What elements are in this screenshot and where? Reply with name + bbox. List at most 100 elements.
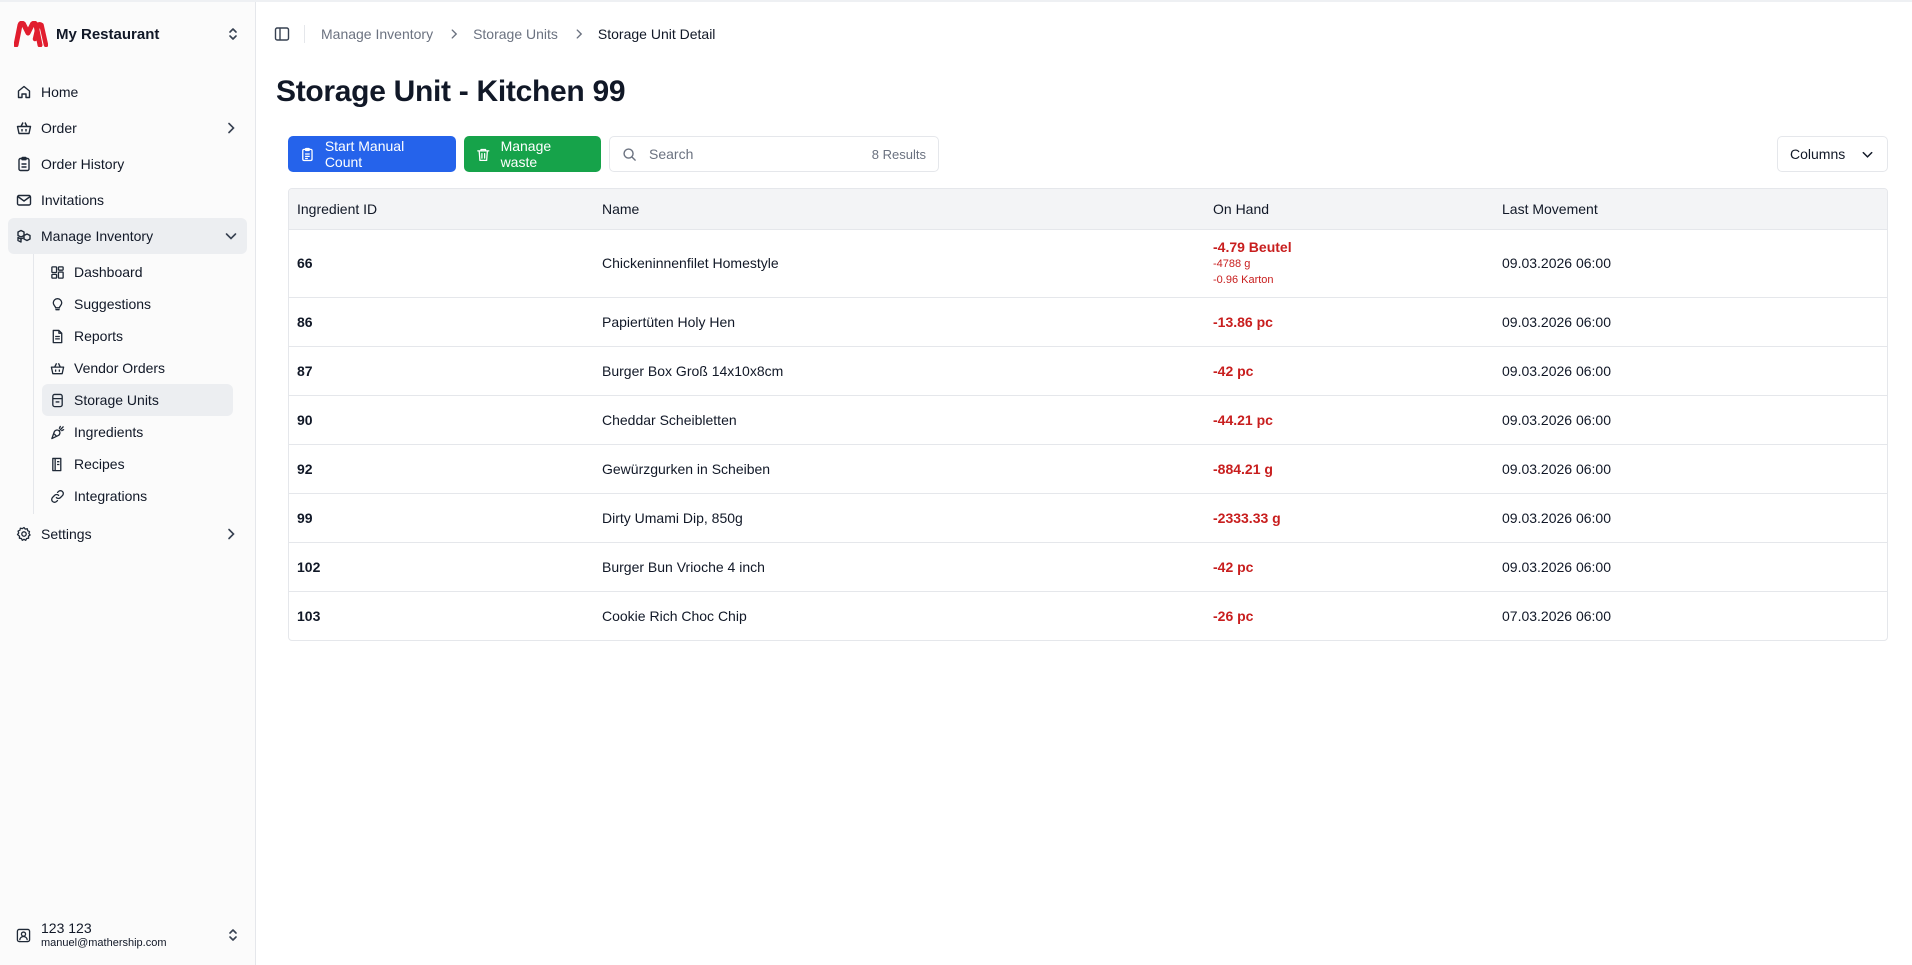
sidebar-item-reports[interactable]: Reports (42, 320, 233, 352)
columns-button[interactable]: Columns (1777, 136, 1888, 172)
start-manual-count-button[interactable]: Start Manual Count (288, 136, 456, 172)
table-row[interactable]: 90 Cheddar Scheibletten -44.21 pc 09.03.… (289, 394, 1887, 444)
on-hand-value: -4.79 Beutel (1213, 239, 1292, 255)
sidebar-item-order[interactable]: Order (8, 110, 247, 146)
chevrons-up-down-icon (229, 929, 237, 941)
clipboard-icon (18, 156, 30, 172)
column-header-ingredient-id[interactable]: Ingredient ID (289, 189, 594, 229)
sidebar-item-label: Order (41, 120, 77, 136)
chevron-right-icon (228, 528, 235, 540)
ingredient-name: Cheddar Scheibletten (594, 394, 1205, 444)
on-hand-value: -2333.33 g (1205, 492, 1494, 542)
ingredient-id: 103 (289, 590, 594, 640)
ingredient-name: Papiertüten Holy Hen (594, 296, 1205, 346)
on-hand-value: -42 pc (1205, 345, 1494, 395)
table-row[interactable]: 86 Papiertüten Holy Hen -13.86 pc 09.03.… (289, 296, 1887, 346)
ingredient-name: Chickeninnenfilet Homestyle (594, 228, 1205, 297)
user-email: manuel@mathership.com (41, 936, 167, 949)
sidebar-item-label: Settings (41, 526, 92, 542)
ingredient-id: 102 (289, 541, 594, 591)
search-box: 8 Results (609, 136, 939, 172)
on-hand-value: -26 pc (1205, 590, 1494, 640)
sidebar-item-invitations[interactable]: Invitations (8, 182, 247, 218)
breadcrumb: Manage Inventory Storage Units Storage U… (321, 26, 715, 42)
sidebar-item-label: Recipes (74, 456, 125, 472)
sidebar-item-label: Vendor Orders (74, 360, 166, 376)
sidebar-item-label: Suggestions (74, 296, 152, 312)
sidebar-item-label: Integrations (74, 488, 148, 504)
ingredient-name: Burger Bun Vrioche 4 inch (594, 541, 1205, 591)
on-hand-value: -44.21 pc (1205, 394, 1494, 444)
gear-icon (16, 526, 31, 541)
brand-logo (14, 21, 48, 47)
search-input[interactable] (649, 146, 872, 162)
mail-icon (16, 194, 32, 206)
chevrons-up-down-icon (229, 28, 237, 40)
sidebar-item-suggestions[interactable]: Suggestions (42, 288, 233, 320)
chevron-right-icon (576, 29, 583, 39)
sidebar-item-dashboard[interactable]: Dashboard (42, 256, 233, 288)
restaurant-switcher[interactable]: My Restaurant (0, 2, 255, 66)
boxes-icon (17, 229, 31, 243)
sidebar-item-home[interactable]: Home (8, 74, 247, 110)
table-row[interactable]: 87 Burger Box Groß 14x10x8cm -42 pc 09.0… (289, 345, 1887, 395)
sidebar-item-label: Ingredients (74, 424, 144, 440)
sidebar-item-vendor-orders[interactable]: Vendor Orders (42, 352, 233, 384)
basket-icon (16, 122, 32, 135)
ingredient-name: Cookie Rich Choc Chip (594, 590, 1205, 640)
column-header-name[interactable]: Name (594, 189, 1205, 229)
table-row[interactable]: 99 Dirty Umami Dip, 850g -2333.33 g 09.0… (289, 492, 1887, 542)
last-movement: 09.03.2026 06:00 (1494, 394, 1887, 444)
carrot-icon (51, 425, 65, 439)
last-movement: 09.03.2026 06:00 (1494, 443, 1887, 493)
user-square-icon (16, 928, 31, 942)
button-label: Manage waste (500, 138, 552, 170)
table-row[interactable]: 102 Burger Bun Vrioche 4 inch -42 pc 09.… (289, 541, 1887, 591)
chevron-right-icon (228, 122, 235, 134)
column-header-last-movement[interactable]: Last Movement (1494, 189, 1887, 229)
sidebar-toggle-icon[interactable] (274, 26, 290, 42)
on-hand-cell: -4.79 Beutel -4788 g -0.96 Karton (1205, 228, 1494, 297)
on-hand-value: -13.86 pc (1205, 296, 1494, 346)
sidebar-item-label: Order History (41, 156, 125, 172)
ingredient-name: Burger Box Groß 14x10x8cm (594, 345, 1205, 395)
ingredient-id: 86 (289, 296, 594, 346)
user-menu[interactable]: 123 123 manuel@mathership.com (0, 913, 255, 957)
link-icon (51, 489, 64, 503)
lightbulb-icon (52, 297, 63, 310)
sidebar-item-ingredients[interactable]: Ingredients (42, 416, 233, 448)
button-label: Start Manual Count (324, 138, 405, 170)
sidebar: My Restaurant Home Order Order History I… (0, 2, 256, 965)
sidebar-item-label: Reports (74, 328, 124, 344)
last-movement: 09.03.2026 06:00 (1494, 296, 1887, 346)
on-hand-alt-value: -4788 g (1213, 258, 1251, 270)
column-header-on-hand[interactable]: On Hand (1205, 189, 1494, 229)
sidebar-item-manage-inventory[interactable]: Manage Inventory (8, 218, 247, 254)
table-header-row: Ingredient ID Name On Hand Last Movement (289, 189, 1887, 229)
basket-icon (50, 362, 65, 374)
sidebar-item-storage-units[interactable]: Storage Units (42, 384, 233, 416)
table-row[interactable]: 92 Gewürzgurken in Scheiben -884.21 g 09… (289, 443, 1887, 493)
cylinder-icon (52, 393, 63, 407)
table-row[interactable]: 103 Cookie Rich Choc Chip -26 pc 07.03.2… (289, 590, 1887, 640)
main-content: Manage Inventory Storage Units Storage U… (256, 2, 1912, 965)
sidebar-item-order-history[interactable]: Order History (8, 146, 247, 182)
topbar: Manage Inventory Storage Units Storage U… (256, 2, 1912, 66)
chevron-down-icon (1862, 151, 1873, 158)
page-title: Storage Unit - Kitchen 99 (276, 75, 626, 108)
manage-waste-button[interactable]: Manage waste (464, 136, 601, 172)
last-movement: 09.03.2026 06:00 (1494, 345, 1887, 395)
chevron-down-icon (225, 233, 237, 240)
table-row[interactable]: 66 Chickeninnenfilet Homestyle -4.79 Beu… (289, 228, 1887, 297)
sidebar-item-label: Storage Units (74, 392, 159, 408)
sidebar-item-recipes[interactable]: Recipes (42, 448, 233, 480)
last-movement: 09.03.2026 06:00 (1494, 492, 1887, 542)
ingredient-id: 92 (289, 443, 594, 493)
breadcrumb-storage-units[interactable]: Storage Units (473, 26, 558, 42)
sidebar-item-integrations[interactable]: Integrations (42, 480, 233, 512)
sidebar-item-settings[interactable]: Settings (8, 516, 247, 552)
ingredient-id: 87 (289, 345, 594, 395)
last-movement: 07.03.2026 06:00 (1494, 590, 1887, 640)
breadcrumb-manage-inventory[interactable]: Manage Inventory (321, 26, 433, 42)
restaurant-name: My Restaurant (56, 25, 160, 43)
